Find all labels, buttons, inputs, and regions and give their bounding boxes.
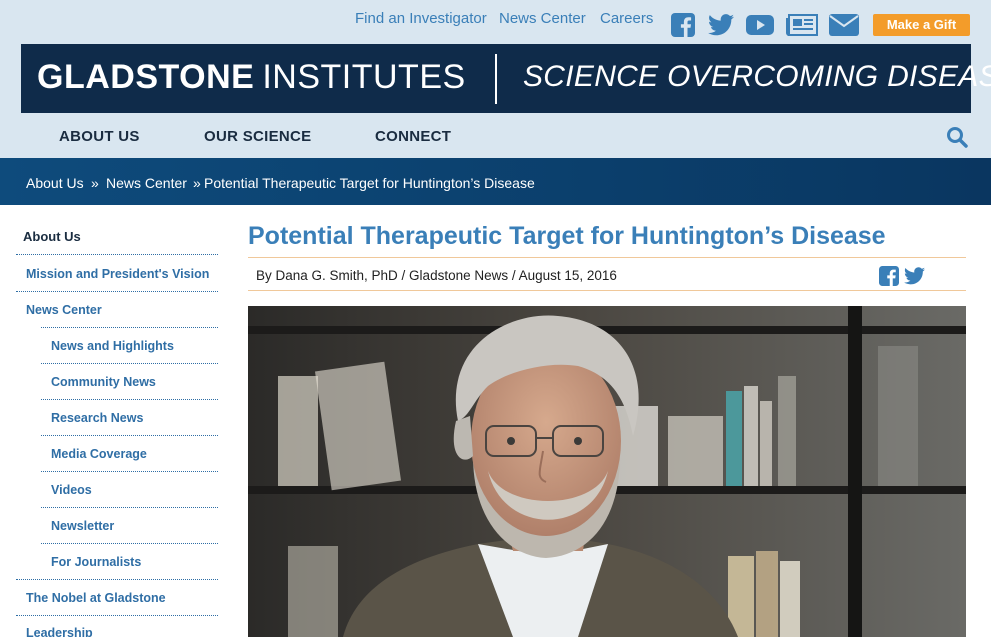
email-icon[interactable] bbox=[829, 13, 859, 37]
utility-link-news-center[interactable]: News Center bbox=[499, 10, 586, 27]
sidebar-divider bbox=[41, 471, 218, 472]
sidebar-item-media-coverage[interactable]: Media Coverage bbox=[51, 447, 147, 461]
breadcrumb: About Us » News Center » Potential Thera… bbox=[0, 158, 991, 205]
sidebar-divider bbox=[41, 543, 218, 544]
sidebar-item-newsletter[interactable]: Newsletter bbox=[51, 519, 114, 533]
brand-banner[interactable]: GLADSTONE INSTITUTES SCIENCE OVERCOMING D… bbox=[21, 44, 991, 113]
sidebar-divider bbox=[16, 615, 218, 616]
facebook-icon[interactable] bbox=[879, 266, 899, 286]
banner-divider bbox=[495, 54, 497, 104]
sidebar-item-mission[interactable]: Mission and President's Vision bbox=[26, 267, 209, 281]
sidebar-divider bbox=[41, 399, 218, 400]
site-header: Find an Investigator News Center Careers… bbox=[0, 0, 991, 158]
sidebar-divider bbox=[16, 579, 218, 580]
breadcrumb-separator: » bbox=[91, 175, 99, 191]
sidebar-item-videos[interactable]: Videos bbox=[51, 483, 92, 497]
nav-our-science[interactable]: OUR SCIENCE bbox=[204, 128, 311, 145]
breadcrumb-about-us[interactable]: About Us bbox=[26, 175, 84, 191]
breadcrumb-news-center[interactable]: News Center bbox=[106, 175, 187, 191]
title-rule bbox=[248, 257, 966, 258]
article-title: Potential Therapeutic Target for Hunting… bbox=[248, 222, 886, 250]
article-photo bbox=[248, 306, 966, 637]
sidebar-item-for-journalists[interactable]: For Journalists bbox=[51, 555, 141, 569]
sidebar-item-leadership[interactable]: Leadership bbox=[26, 626, 93, 637]
utility-link-find-investigator[interactable]: Find an Investigator bbox=[355, 10, 487, 27]
make-a-gift-button[interactable]: Make a Gift bbox=[873, 14, 970, 36]
utility-link-careers[interactable]: Careers bbox=[600, 10, 653, 27]
tagline: SCIENCE OVERCOMING DISEASE bbox=[523, 60, 991, 93]
sidebar-divider bbox=[41, 435, 218, 436]
nav-connect[interactable]: CONNECT bbox=[375, 128, 451, 145]
youtube-icon[interactable] bbox=[746, 13, 774, 37]
sidebar-item-research-news[interactable]: Research News bbox=[51, 411, 143, 425]
breadcrumb-separator: » bbox=[193, 175, 201, 191]
utility-nav: Find an Investigator News Center Careers… bbox=[0, 6, 991, 37]
sidebar-divider bbox=[41, 327, 218, 328]
byline-rule bbox=[248, 290, 966, 291]
sidebar-item-news-center[interactable]: News Center bbox=[26, 303, 102, 317]
logo-text-light: INSTITUTES bbox=[262, 58, 466, 96]
sidebar-item-news-highlights[interactable]: News and Highlights bbox=[51, 339, 174, 353]
search-icon[interactable] bbox=[946, 126, 968, 148]
sidebar-item-nobel[interactable]: The Nobel at Gladstone bbox=[26, 591, 166, 605]
twitter-icon[interactable] bbox=[708, 13, 734, 37]
nav-about-us[interactable]: ABOUT US bbox=[59, 128, 140, 145]
sidebar-divider bbox=[41, 507, 218, 508]
breadcrumb-current-page: Potential Therapeutic Target for Hunting… bbox=[204, 175, 535, 191]
article-byline: By Dana G. Smith, PhD / Gladstone News /… bbox=[256, 268, 617, 283]
sidebar-divider bbox=[16, 291, 218, 292]
site-logo[interactable]: GLADSTONE INSTITUTES bbox=[37, 58, 466, 97]
twitter-icon[interactable] bbox=[904, 267, 925, 287]
sidebar-heading[interactable]: About Us bbox=[23, 229, 81, 244]
facebook-icon[interactable] bbox=[671, 13, 695, 37]
sidebar-divider bbox=[41, 363, 218, 364]
sidebar-item-community-news[interactable]: Community News bbox=[51, 375, 156, 389]
sidebar-divider bbox=[16, 254, 218, 255]
main-nav: ABOUT US OUR SCIENCE CONNECT bbox=[0, 128, 991, 150]
logo-text-bold: GLADSTONE bbox=[37, 58, 255, 96]
newsletter-icon[interactable] bbox=[786, 13, 818, 37]
